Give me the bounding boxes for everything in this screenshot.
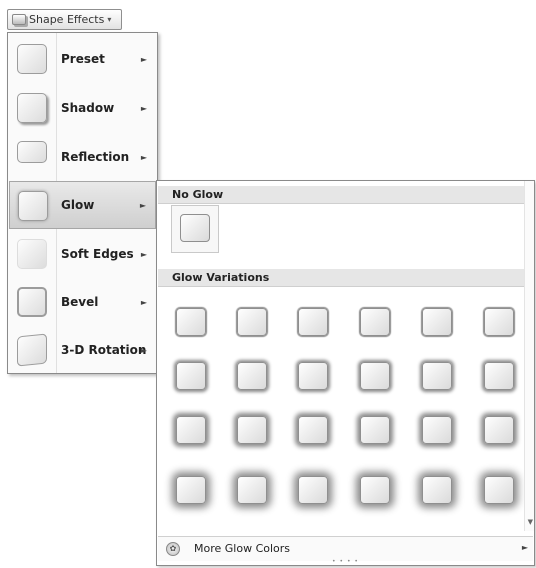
menu-item-glow[interactable]: Glow ► bbox=[9, 181, 156, 229]
glow-variation-option[interactable] bbox=[413, 299, 461, 347]
shape-effects-button[interactable]: Shape Effects ▾ bbox=[7, 9, 122, 30]
glow-swatch bbox=[360, 362, 390, 390]
glow-swatch bbox=[237, 416, 267, 444]
no-glow-swatch bbox=[180, 214, 210, 242]
glow-variation-option[interactable] bbox=[351, 299, 399, 347]
menu-item-3d-rotation[interactable]: 3-D Rotation ► bbox=[9, 326, 156, 374]
chevron-right-icon: ► bbox=[140, 152, 147, 162]
scroll-down-icon[interactable]: ▼ bbox=[528, 518, 533, 526]
glow-submenu: No Glow Glow Variations ▼ ✿ More Glow Co… bbox=[156, 180, 535, 566]
glow-variation-option[interactable] bbox=[228, 353, 276, 401]
glow-swatch bbox=[298, 362, 328, 390]
glow-variation-option[interactable] bbox=[475, 467, 523, 515]
glow-swatch bbox=[360, 476, 390, 504]
glow-swatch bbox=[176, 308, 206, 336]
glow-variation-option[interactable] bbox=[413, 353, 461, 401]
menu-item-label: Reflection bbox=[61, 150, 130, 164]
menu-item-bevel[interactable]: Bevel ► bbox=[9, 278, 156, 326]
glow-variation-option[interactable] bbox=[475, 353, 523, 401]
glow-swatch bbox=[360, 416, 390, 444]
menu-item-label: Preset bbox=[61, 52, 105, 66]
bevel-icon bbox=[17, 287, 47, 317]
glow-swatch bbox=[422, 362, 452, 390]
glow-swatch bbox=[176, 476, 206, 504]
menu-item-label: Soft Edges bbox=[61, 247, 134, 261]
chevron-right-icon: ► bbox=[521, 543, 528, 552]
glow-icon bbox=[18, 191, 48, 221]
glow-swatch bbox=[484, 362, 514, 390]
reflection-icon bbox=[17, 141, 47, 163]
glow-variation-option[interactable] bbox=[351, 467, 399, 515]
glow-variation-option[interactable] bbox=[351, 353, 399, 401]
glow-swatch bbox=[422, 308, 452, 336]
glow-variation-option[interactable] bbox=[167, 299, 215, 347]
glow-swatch bbox=[484, 308, 514, 336]
glow-swatch bbox=[298, 476, 328, 504]
glow-swatch bbox=[237, 476, 267, 504]
shape-effects-menu: Preset ► Shadow ► Reflection ► Glow ► So… bbox=[7, 32, 158, 374]
chevron-right-icon: ► bbox=[140, 249, 147, 259]
scrollbar[interactable] bbox=[524, 181, 534, 531]
chevron-right-icon: ► bbox=[140, 297, 147, 307]
menu-item-label: Glow bbox=[61, 198, 95, 212]
3d-rotation-icon bbox=[17, 333, 47, 367]
glow-variation-option[interactable] bbox=[167, 407, 215, 455]
resize-grip[interactable]: • • • • bbox=[157, 559, 534, 565]
glow-variation-option[interactable] bbox=[289, 353, 337, 401]
palette-icon: ✿ bbox=[166, 542, 180, 556]
glow-variation-option[interactable] bbox=[167, 353, 215, 401]
chevron-right-icon: ► bbox=[140, 103, 147, 113]
menu-item-soft-edges[interactable]: Soft Edges ► bbox=[9, 230, 156, 278]
glow-swatch bbox=[176, 362, 206, 390]
chevron-right-icon: ► bbox=[140, 54, 147, 64]
glow-variation-option[interactable] bbox=[228, 407, 276, 455]
glow-variation-option[interactable] bbox=[413, 407, 461, 455]
menu-item-shadow[interactable]: Shadow ► bbox=[9, 84, 156, 132]
menu-item-preset[interactable]: Preset ► bbox=[9, 35, 156, 83]
preset-icon bbox=[17, 44, 47, 74]
glow-swatch bbox=[422, 476, 452, 504]
chevron-down-icon: ▾ bbox=[107, 15, 112, 24]
chevron-right-icon: ► bbox=[140, 345, 147, 355]
glow-swatch bbox=[237, 308, 267, 336]
no-glow-header: No Glow bbox=[158, 186, 526, 204]
no-glow-option[interactable] bbox=[171, 205, 219, 253]
menu-item-label: Bevel bbox=[61, 295, 99, 309]
glow-variation-option[interactable] bbox=[475, 299, 523, 347]
glow-swatch bbox=[176, 416, 206, 444]
glow-variations-header: Glow Variations bbox=[158, 269, 526, 287]
shape-icon bbox=[12, 14, 26, 25]
more-glow-colors-label: More Glow Colors bbox=[194, 542, 291, 555]
chevron-right-icon: ► bbox=[139, 200, 146, 210]
glow-swatch bbox=[298, 416, 328, 444]
glow-variation-option[interactable] bbox=[289, 467, 337, 515]
menu-item-reflection[interactable]: Reflection ► bbox=[9, 133, 156, 181]
glow-swatch bbox=[298, 308, 328, 336]
glow-variation-option[interactable] bbox=[228, 467, 276, 515]
glow-swatch bbox=[360, 308, 390, 336]
shadow-icon bbox=[17, 93, 47, 123]
glow-variation-option[interactable] bbox=[289, 407, 337, 455]
menu-item-label: 3-D Rotation bbox=[61, 343, 147, 357]
glow-swatch bbox=[484, 416, 514, 444]
glow-variation-option[interactable] bbox=[167, 467, 215, 515]
glow-swatch bbox=[422, 416, 452, 444]
glow-variation-option[interactable] bbox=[351, 407, 399, 455]
glow-swatch bbox=[237, 362, 267, 390]
glow-swatch bbox=[484, 476, 514, 504]
glow-variation-option[interactable] bbox=[413, 467, 461, 515]
soft-edges-icon bbox=[17, 239, 47, 269]
glow-variation-option[interactable] bbox=[475, 407, 523, 455]
menu-item-label: Shadow bbox=[61, 101, 115, 115]
shape-effects-label: Shape Effects bbox=[29, 13, 105, 26]
glow-variation-option[interactable] bbox=[228, 299, 276, 347]
glow-variation-option[interactable] bbox=[289, 299, 337, 347]
